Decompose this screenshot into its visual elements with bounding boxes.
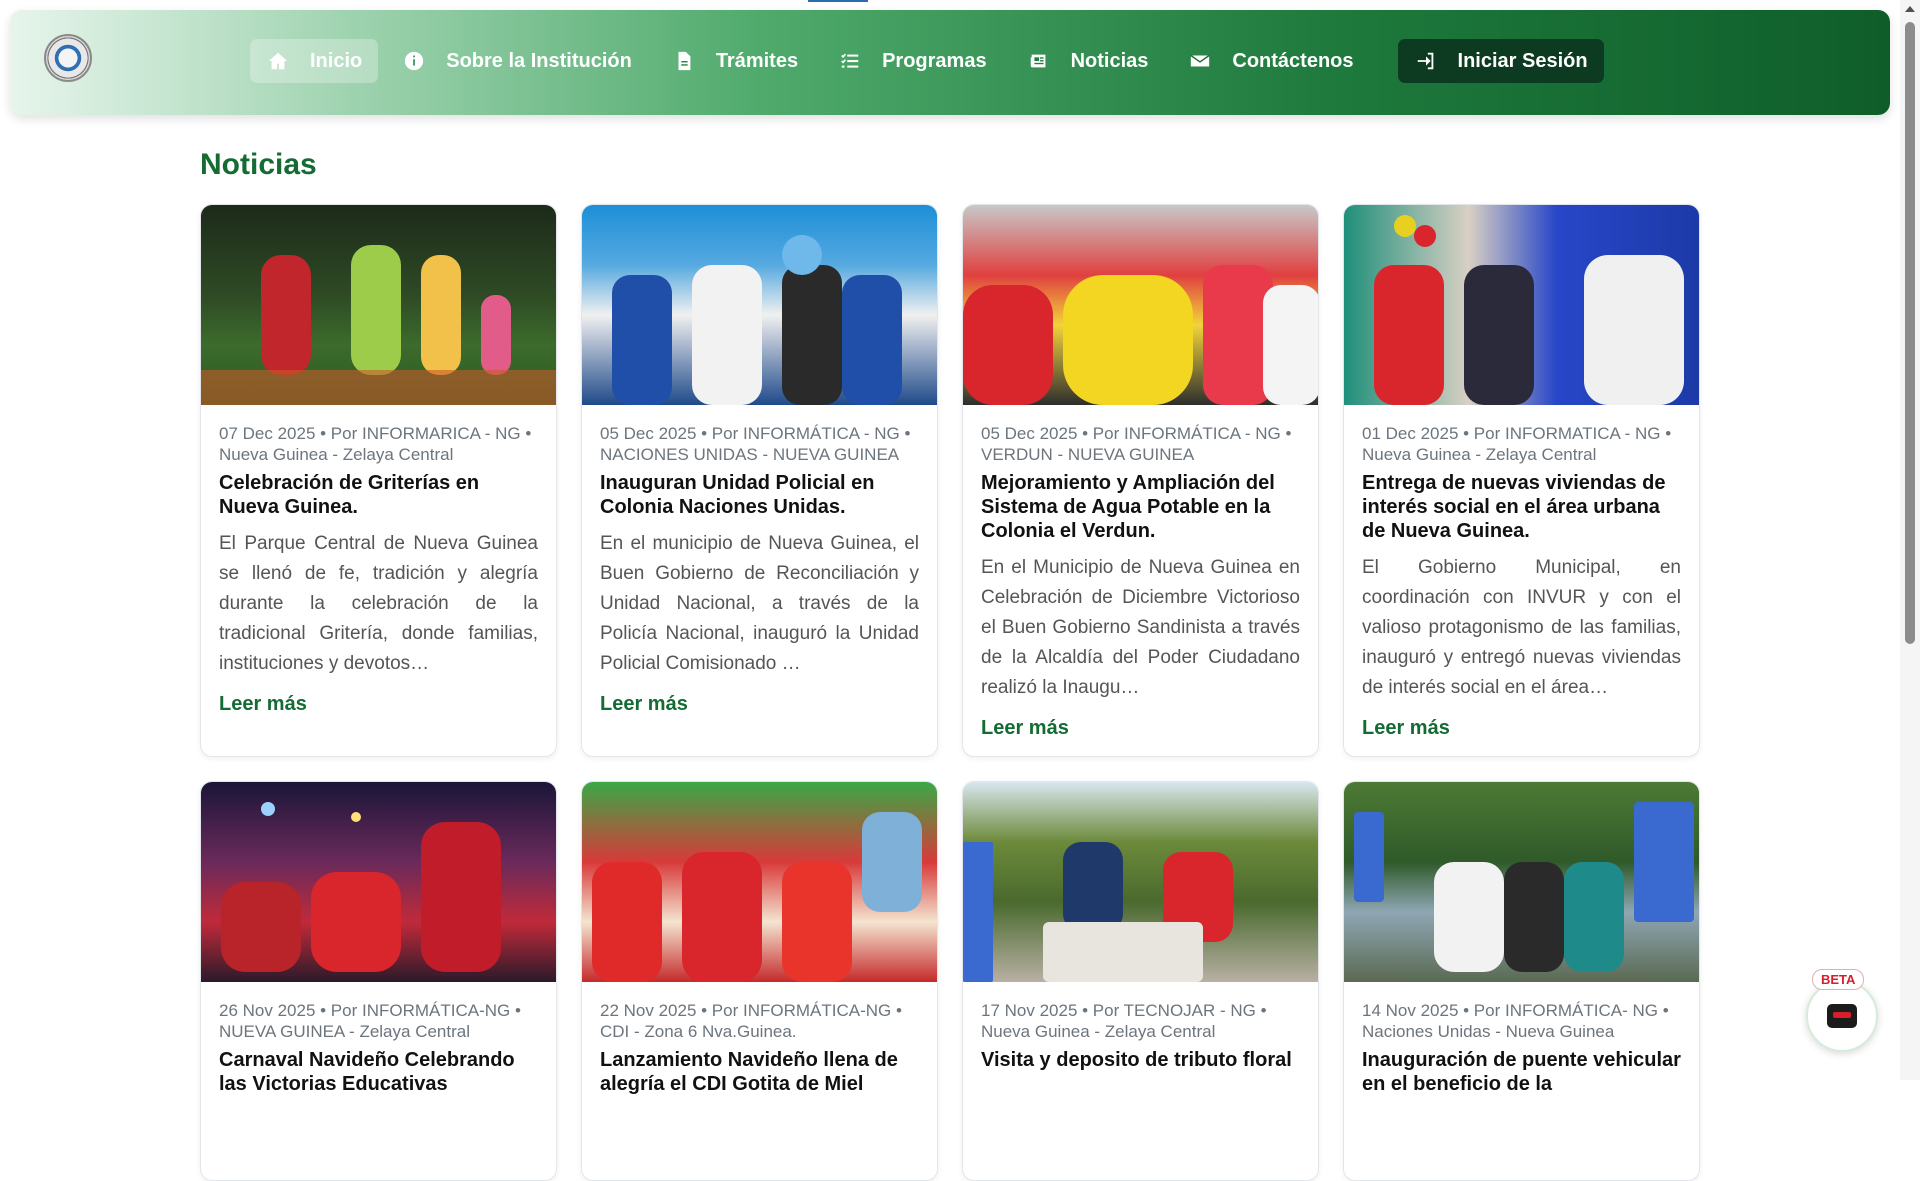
nav-item-sobre[interactable]: Sobre la Institución <box>386 39 648 83</box>
news-meta: 26 Nov 2025 • Por INFORMÁTICA-NG • NUEVA… <box>219 1001 521 1041</box>
news-meta: 05 Dec 2025 • Por INFORMÁTICA - NG • VER… <box>981 424 1292 464</box>
news-meta: 01 Dec 2025 • Por INFORMATICA - NG • Nue… <box>1362 424 1672 464</box>
scrollbar-thumb[interactable] <box>1905 22 1915 644</box>
sign-in-icon <box>1414 49 1438 73</box>
site-header: Inicio Sobre la Institución Trámites Pro… <box>10 10 1890 115</box>
news-card: 22 Nov 2025 • Por INFORMÁTICA-NG • CDI -… <box>581 781 938 1181</box>
municipal-logo[interactable] <box>44 34 92 82</box>
news-excerpt: El Gobierno Municipal, en coordinación c… <box>1362 557 1681 698</box>
news-image[interactable] <box>963 782 1318 982</box>
news-image[interactable] <box>201 782 556 982</box>
news-card: 05 Dec 2025 • Por INFORMÁTICA - NG • NAC… <box>581 204 938 757</box>
news-image[interactable] <box>963 205 1318 405</box>
news-title[interactable]: Carnaval Navideño Celebrando las Victori… <box>219 1048 538 1096</box>
news-title[interactable]: Celebración de Griterías en Nueva Guinea… <box>219 471 538 519</box>
chat-bot-icon <box>1827 1004 1857 1028</box>
news-excerpt: En el municipio de Nueva Guinea, el Buen… <box>600 533 919 674</box>
nav-item-contactenos[interactable]: Contáctenos <box>1172 39 1369 83</box>
news-card: 17 Nov 2025 • Por TECNOJAR - NG • Nueva … <box>962 781 1319 1181</box>
news-meta: 05 Dec 2025 • Por INFORMÁTICA - NG • NAC… <box>600 424 911 464</box>
news-card: 05 Dec 2025 • Por INFORMÁTICA - NG • VER… <box>962 204 1319 757</box>
news-title[interactable]: Lanzamiento Navideño llena de alegría el… <box>600 1048 919 1096</box>
news-title[interactable]: Inauguración de puente vehicular en el b… <box>1362 1048 1681 1096</box>
main-nav: Inicio Sobre la Institución Trámites Pro… <box>250 38 1604 84</box>
nav-item-inicio[interactable]: Inicio <box>250 39 379 83</box>
nav-label: Sobre la Institución <box>446 49 632 72</box>
news-card: 07 Dec 2025 • Por INFORMARICA - NG • Nue… <box>200 204 557 757</box>
nav-item-programas[interactable]: Programas <box>822 39 1003 83</box>
news-card: 14 Nov 2025 • Por INFORMÁTICA- NG • Naci… <box>1343 781 1700 1181</box>
news-title[interactable]: Entrega de nuevas viviendas de interés s… <box>1362 471 1681 543</box>
news-title[interactable]: Visita y deposito de tributo floral <box>981 1048 1300 1072</box>
nav-label: Noticias <box>1070 49 1149 72</box>
envelope-icon <box>1188 49 1212 73</box>
news-title[interactable]: Mejoramiento y Ampliación del Sistema de… <box>981 471 1300 543</box>
nav-label: Trámites <box>715 49 799 72</box>
news-grid: 07 Dec 2025 • Por INFORMARICA - NG • Nue… <box>200 204 1702 1181</box>
news-image[interactable] <box>582 205 937 405</box>
news-image[interactable] <box>582 782 937 982</box>
info-icon <box>402 49 426 73</box>
read-more-link[interactable]: Leer más <box>600 693 688 715</box>
beta-badge: BETA <box>1812 969 1865 990</box>
news-card: 26 Nov 2025 • Por INFORMÁTICA-NG • NUEVA… <box>200 781 557 1181</box>
scroll-up-icon[interactable] <box>1905 6 1915 12</box>
read-more-link[interactable]: Leer más <box>981 717 1069 739</box>
newspaper-icon <box>1027 49 1051 73</box>
home-icon <box>266 49 290 73</box>
nav-label: Contáctenos <box>1232 49 1354 72</box>
news-image[interactable] <box>201 205 556 405</box>
page-title: Noticias <box>200 148 317 181</box>
news-meta: 14 Nov 2025 • Por INFORMÁTICA- NG • Naci… <box>1362 1001 1669 1041</box>
nav-label: Inicio <box>310 49 363 72</box>
news-excerpt: En el Municipio de Nueva Guinea en Celeb… <box>981 557 1300 698</box>
nav-label: Programas <box>882 49 987 72</box>
news-title[interactable]: Inauguran Unidad Policial en Colonia Nac… <box>600 471 919 519</box>
news-meta: 22 Nov 2025 • Por INFORMÁTICA-NG • CDI -… <box>600 1001 902 1041</box>
news-meta: 07 Dec 2025 • Por INFORMARICA - NG • Nue… <box>219 424 532 464</box>
chat-bot-button[interactable] <box>1806 980 1878 1052</box>
list-icon <box>838 49 862 73</box>
news-excerpt: El Parque Central de Nueva Guinea se lle… <box>219 533 538 674</box>
document-icon <box>672 49 696 73</box>
read-more-link[interactable]: Leer más <box>219 693 307 715</box>
news-image[interactable] <box>1344 782 1699 982</box>
nav-item-tramites[interactable]: Trámites <box>656 39 814 83</box>
news-card: 01 Dec 2025 • Por INFORMATICA - NG • Nue… <box>1343 204 1700 757</box>
page-scrollbar[interactable] <box>1900 0 1920 1080</box>
news-meta: 17 Nov 2025 • Por TECNOJAR - NG • Nueva … <box>981 1001 1267 1041</box>
login-label: Iniciar Sesión <box>1457 49 1588 72</box>
login-button[interactable]: Iniciar Sesión <box>1397 39 1604 83</box>
top-loading-indicator <box>808 0 868 2</box>
read-more-link[interactable]: Leer más <box>1362 717 1450 739</box>
news-image[interactable] <box>1344 205 1699 405</box>
nav-item-noticias[interactable]: Noticias <box>1011 39 1165 83</box>
